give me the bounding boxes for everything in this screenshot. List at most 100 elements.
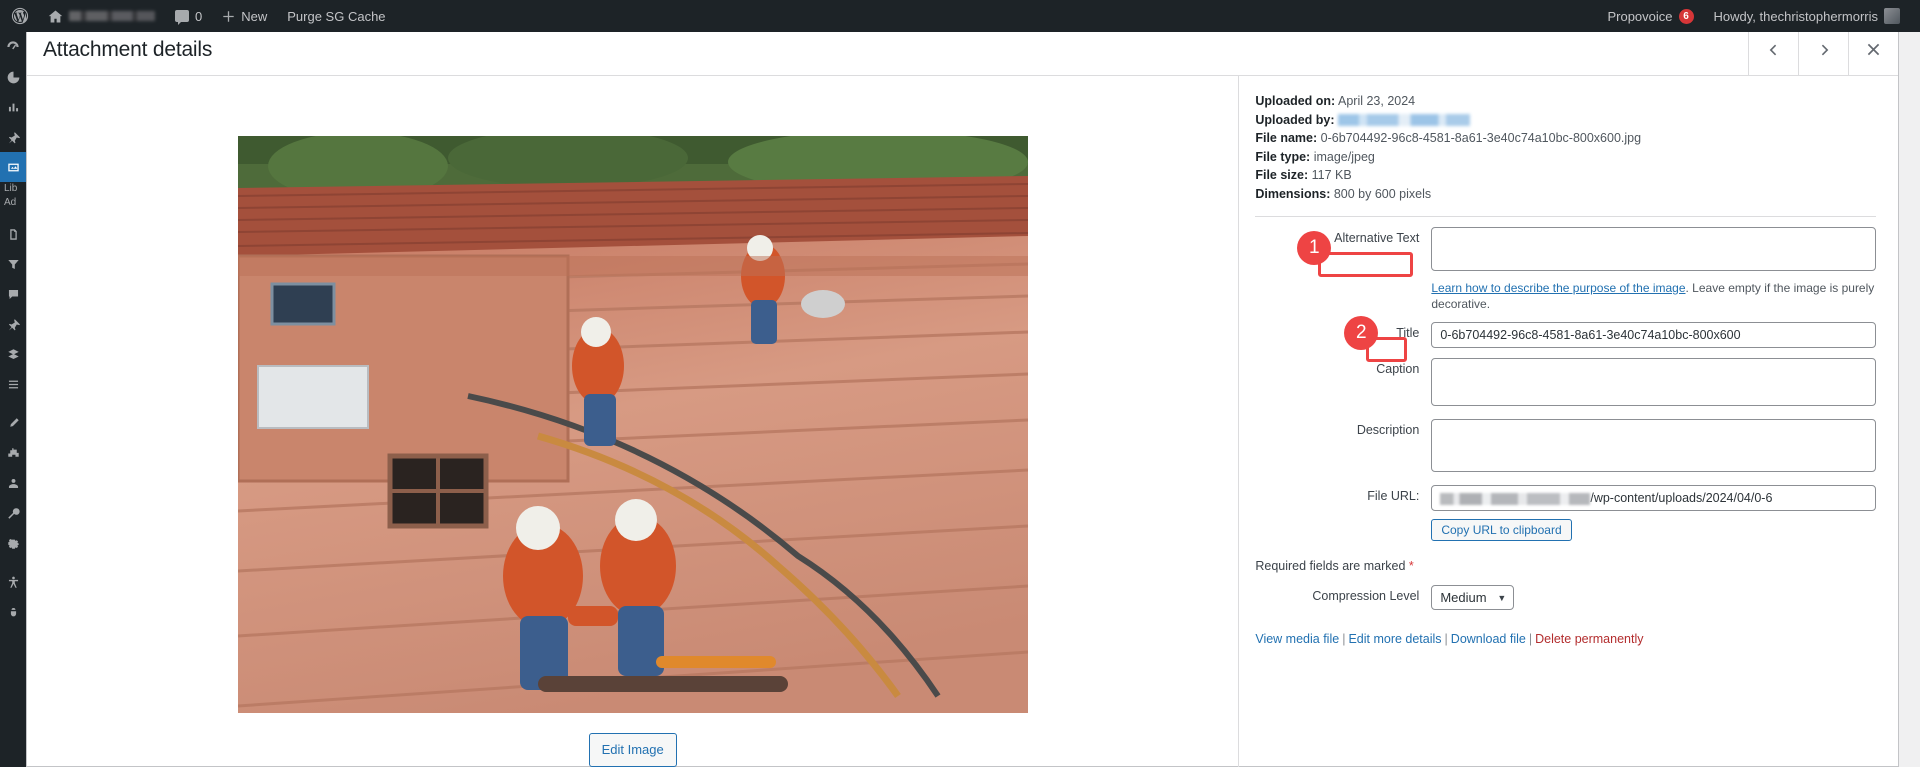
sidebar-item-bug[interactable] bbox=[0, 597, 26, 627]
file-url-label: File URL: bbox=[1367, 489, 1420, 503]
required-fields-text: Required fields are marked bbox=[1255, 559, 1406, 573]
caption-field-row: Caption bbox=[1255, 358, 1876, 409]
file-size-label: File size: bbox=[1255, 168, 1309, 182]
analytics-icon bbox=[7, 71, 19, 83]
chevron-left-icon bbox=[1769, 44, 1776, 55]
my-account-menu[interactable]: Howdy, thechristophermorris bbox=[1704, 0, 1910, 32]
dimensions-label: Dimensions: bbox=[1255, 186, 1331, 201]
purge-label: Purge SG Cache bbox=[287, 8, 386, 24]
compression-level-label: Compression Level bbox=[1312, 589, 1420, 603]
file-type-row: File type: image/jpeg bbox=[1255, 148, 1876, 167]
chart-icon bbox=[8, 103, 18, 111]
file-size-value: 117 KB bbox=[1311, 168, 1352, 182]
purge-sg-cache-button[interactable]: Purge SG Cache bbox=[277, 0, 395, 32]
close-icon bbox=[1867, 43, 1880, 56]
menu-separator-3 bbox=[0, 558, 26, 567]
new-content-button[interactable]: New bbox=[212, 0, 277, 32]
alt-text-help: Learn how to describe the purpose of the… bbox=[1431, 280, 1876, 312]
modal-body: Edit Image Uploaded on: April 23, 2024 U… bbox=[27, 76, 1898, 767]
attachment-preview-pane: Edit Image bbox=[27, 76, 1240, 767]
uploaded-by-row: Uploaded by: bbox=[1255, 111, 1876, 130]
avatar bbox=[1884, 8, 1900, 24]
description-label: Description bbox=[1356, 423, 1420, 437]
tools-icon bbox=[7, 507, 20, 519]
sidebar-item-comments[interactable] bbox=[0, 279, 26, 309]
attachment-details-pane: Uploaded on: April 23, 2024 Uploaded by:… bbox=[1239, 76, 1898, 767]
file-url-input[interactable]: /wp-content/uploads/2024/04/0-6 bbox=[1431, 485, 1876, 511]
list-icon bbox=[8, 380, 18, 388]
sidebar-item-library-label[interactable]: Lib bbox=[0, 182, 26, 196]
divider bbox=[1255, 216, 1876, 217]
link-separator-2: | bbox=[1444, 632, 1448, 646]
plus-icon bbox=[223, 10, 234, 22]
pages-icon bbox=[9, 228, 17, 240]
edit-image-button[interactable]: Edit Image bbox=[588, 733, 677, 767]
uploaded-by-value-redacted bbox=[1338, 113, 1470, 126]
description-input[interactable] bbox=[1431, 419, 1876, 472]
attachment-action-links: View media file | Edit more details | Downlo… bbox=[1255, 632, 1876, 646]
attachment-image bbox=[237, 136, 1028, 713]
filter-icon bbox=[7, 259, 19, 269]
propovoice-menu[interactable]: Propovoice 6 bbox=[1597, 0, 1703, 32]
sidebar-item-analytics[interactable] bbox=[0, 62, 26, 92]
alt-text-input[interactable] bbox=[1431, 227, 1876, 271]
sidebar-item-appearance[interactable] bbox=[0, 408, 26, 438]
required-fields-note: Required fields are marked * bbox=[1255, 559, 1876, 573]
users-icon bbox=[8, 478, 18, 488]
plugins-icon bbox=[7, 447, 19, 457]
bug-icon bbox=[10, 607, 16, 616]
menu-separator-2 bbox=[0, 399, 26, 408]
dimensions-value: 800 by 600 pixels bbox=[1333, 186, 1432, 201]
sidebar-item-media[interactable] bbox=[0, 152, 26, 182]
sidebar-item-pages[interactable] bbox=[0, 219, 26, 249]
comments-count: 0 bbox=[195, 8, 203, 24]
file-url-domain-redacted bbox=[1440, 493, 1591, 505]
sidebar-item-pin[interactable] bbox=[0, 122, 26, 152]
sidebar-item-list[interactable] bbox=[0, 369, 26, 399]
title-input[interactable] bbox=[1431, 322, 1876, 348]
caption-input[interactable] bbox=[1431, 358, 1876, 406]
sidebar-item-chart[interactable] bbox=[0, 92, 26, 122]
file-name-label: File name: bbox=[1255, 131, 1318, 145]
alt-text-field-row: Alternative Text Learn how to describe t… bbox=[1255, 227, 1876, 312]
appearance-icon bbox=[9, 417, 19, 427]
alt-text-label: Alternative Text bbox=[1334, 231, 1420, 245]
attachment-details-modal: Attachment details Edit Image Uploaded o… bbox=[26, 23, 1899, 767]
delete-permanently-link[interactable]: Delete permanently bbox=[1535, 632, 1643, 646]
sidebar-item-dashboard[interactable] bbox=[0, 32, 26, 62]
download-file-link[interactable]: Download file bbox=[1451, 632, 1526, 646]
admin-sidebar-menu[interactable]: Lib Ad bbox=[0, 32, 26, 767]
link-separator-3: | bbox=[1528, 632, 1533, 646]
compression-level-select[interactable]: Medium bbox=[1431, 585, 1515, 610]
file-name-row: File name: 0-6b704492-96c8-4581-8a61-3e4… bbox=[1255, 129, 1876, 148]
pin2-icon bbox=[8, 318, 20, 330]
sidebar-item-layers[interactable] bbox=[0, 339, 26, 369]
sidebar-item-settings[interactable] bbox=[0, 528, 26, 558]
copy-url-button[interactable]: Copy URL to clipboard bbox=[1431, 519, 1572, 541]
sidebar-item-plugins[interactable] bbox=[0, 438, 26, 468]
sidebar-item-accessibility[interactable] bbox=[0, 567, 26, 597]
sidebar-item-add-label[interactable]: Ad bbox=[0, 196, 26, 210]
sidebar-item-tools[interactable] bbox=[0, 498, 26, 528]
file-type-label: File type: bbox=[1255, 149, 1311, 164]
site-home-link[interactable] bbox=[38, 0, 165, 32]
pin-icon bbox=[8, 131, 20, 143]
site-name-redacted bbox=[69, 11, 155, 21]
description-field-row: Description bbox=[1255, 419, 1876, 475]
sidebar-item-users[interactable] bbox=[0, 468, 26, 498]
alt-text-help-link[interactable]: Learn how to describe the purpose of the… bbox=[1431, 281, 1685, 295]
howdy-label: Howdy, thechristophermorris bbox=[1713, 8, 1878, 24]
wordpress-logo-icon[interactable] bbox=[0, 0, 38, 32]
file-type-value: image/jpeg bbox=[1313, 149, 1375, 164]
view-media-file-link[interactable]: View media file bbox=[1255, 632, 1339, 646]
accessibility-icon bbox=[8, 576, 18, 588]
edit-more-details-link[interactable]: Edit more details bbox=[1348, 632, 1441, 646]
title-label: Title bbox=[1396, 326, 1420, 340]
uploaded-by-label: Uploaded by: bbox=[1255, 112, 1335, 127]
sidebar-item-pin2[interactable] bbox=[0, 309, 26, 339]
wp-admin-bar: 0 New Purge SG Cache Propovoice 6 Howdy,… bbox=[0, 0, 1920, 32]
sidebar-item-filter[interactable] bbox=[0, 249, 26, 279]
file-url-field-row: File URL: /wp-content/uploads/2024/04/0-… bbox=[1255, 485, 1876, 541]
required-asterisk: * bbox=[1408, 559, 1414, 573]
comments-link[interactable]: 0 bbox=[165, 0, 212, 32]
